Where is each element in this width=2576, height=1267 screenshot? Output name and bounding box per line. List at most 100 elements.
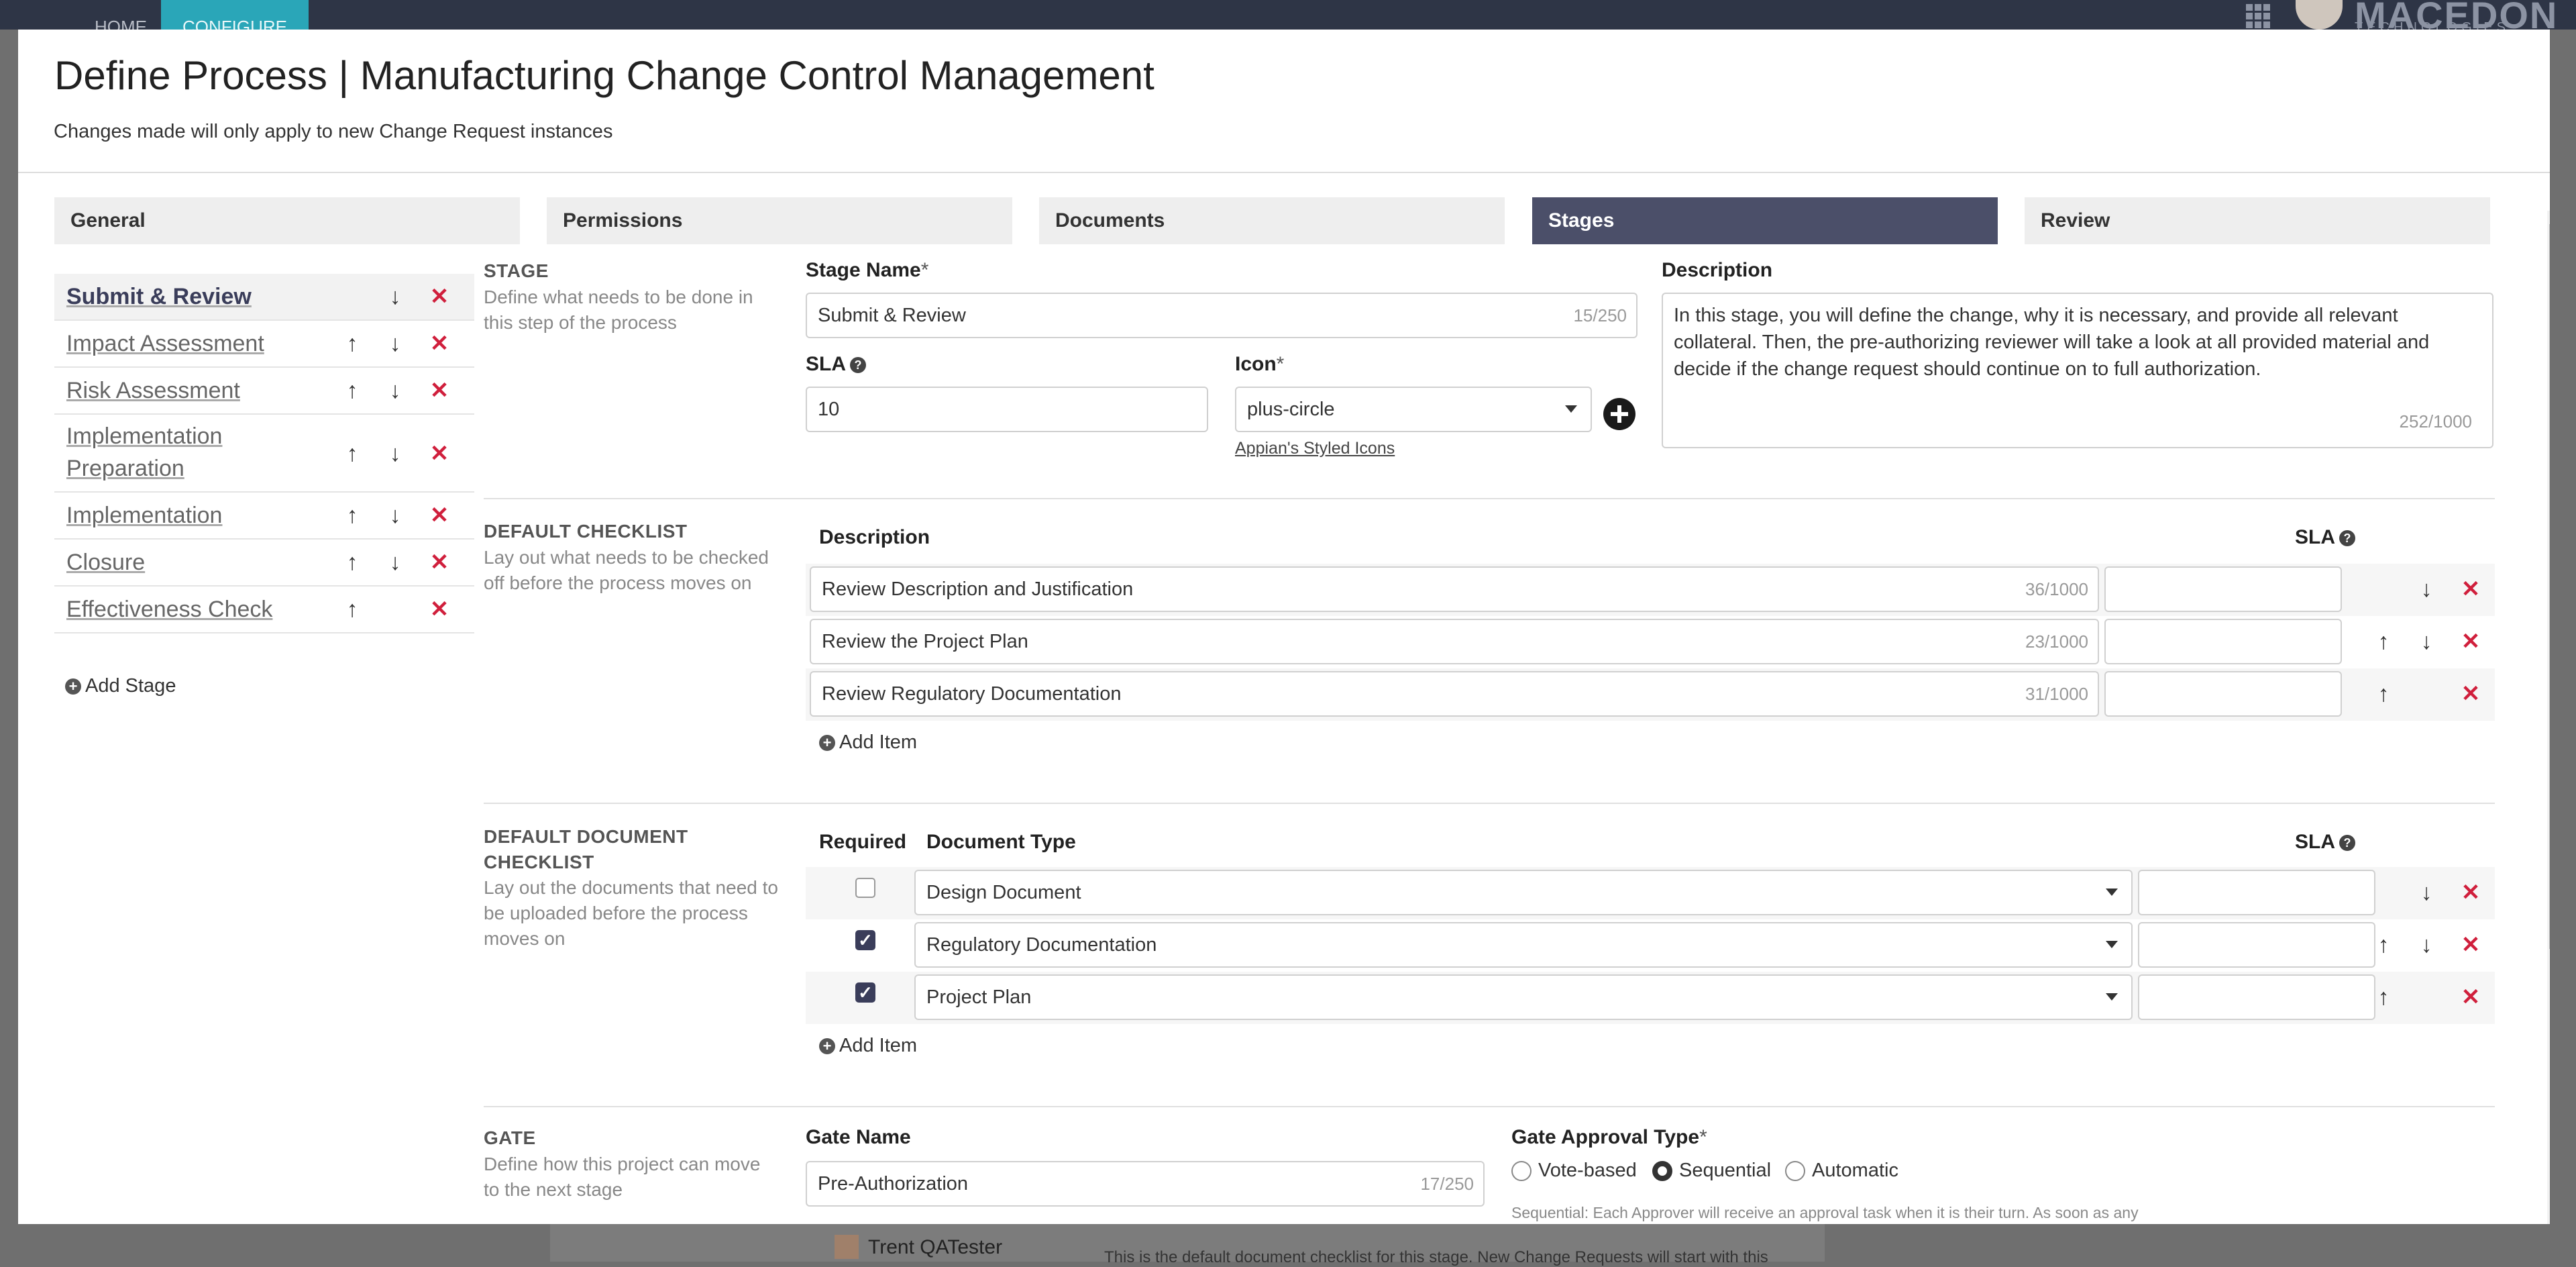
section-divider [484,1106,2495,1107]
delete-icon[interactable]: ✕ [2457,576,2484,603]
move-up-icon[interactable]: ↑ [2370,984,2397,1011]
add-stage-label: Add Stage [85,675,176,697]
move-up-icon[interactable]: ↑ [339,330,366,357]
checklist-item-input[interactable]: Review Regulatory Documentation 31/1000 [810,671,2099,717]
delete-icon[interactable]: ✕ [426,330,453,357]
appian-styled-icons-link[interactable]: Appian's Styled Icons [1235,439,1395,458]
char-counter: 252/1000 [2399,411,2472,432]
checklist-sla-input[interactable] [2104,619,2342,664]
move-up-icon[interactable]: ↑ [2370,931,2397,958]
stage-name-link[interactable]: Risk Assessment [66,374,308,407]
checklist-sla-input[interactable] [2104,566,2342,612]
document-type-select[interactable]: Regulatory Documentation [914,922,2133,968]
delete-icon[interactable]: ✕ [426,549,453,576]
nav-configure[interactable]: CONFIGURE [161,0,309,37]
required-marker: * [1699,1126,1707,1148]
delete-icon[interactable]: ✕ [2457,931,2484,958]
delete-icon[interactable]: ✕ [426,440,453,467]
scrollbar-thumb[interactable] [2549,224,2550,949]
tab-documents[interactable]: Documents [1039,197,1505,244]
app-grid-icon[interactable] [2245,3,2271,30]
add-stage-button[interactable]: + Add Stage [65,675,176,697]
tab-general[interactable]: General [54,197,520,244]
checklist-sla-input[interactable] [2104,671,2342,717]
move-down-icon[interactable]: ↓ [382,330,409,357]
move-down-icon[interactable]: ↓ [382,377,409,404]
radio-sequential[interactable] [1652,1161,1672,1181]
char-counter: 17/250 [1420,1174,1474,1194]
move-down-icon[interactable]: ↓ [2413,879,2440,906]
char-counter: 15/250 [1573,305,1627,325]
stage-name-link[interactable]: Implementation Preparation [66,420,268,485]
delete-icon[interactable]: ✕ [2457,680,2484,707]
gate-section-description: Define how this project can move to the … [484,1154,761,1200]
delete-icon[interactable]: ✕ [426,283,453,310]
move-up-icon[interactable]: ↑ [2370,628,2397,655]
doc-sla-input[interactable] [2138,870,2375,915]
checklist-item-input[interactable]: Review the Project Plan 23/1000 [810,619,2099,664]
stage-item-impact-assessment[interactable]: Impact Assessment ↑ ↓ ✕ [54,321,474,368]
doc-sla-input[interactable] [2138,974,2375,1020]
move-down-icon[interactable]: ↓ [382,283,409,310]
checklist-item-input[interactable]: Review Description and Justification 36/… [810,566,2099,612]
document-type-select[interactable]: Design Document [914,870,2133,915]
icon-label: Icon* [1235,353,1285,375]
stage-name-link[interactable]: Closure [66,546,308,578]
chevron-down-icon [2106,941,2118,948]
move-down-icon[interactable]: ↓ [2413,576,2440,603]
stage-item-effectiveness-check[interactable]: Effectiveness Check ↑ ✕ [54,587,474,634]
stage-name-link[interactable]: Submit & Review [66,281,308,313]
required-checkbox[interactable]: ✓ [855,982,875,1003]
move-up-icon[interactable]: ↑ [339,549,366,576]
delete-icon[interactable]: ✕ [426,596,453,623]
delete-icon[interactable]: ✕ [426,377,453,404]
doc-sla-input[interactable] [2138,922,2375,968]
description-textarea[interactable]: In this stage, you will define the chang… [1662,293,2493,448]
sla-input[interactable]: 10 [806,387,1208,432]
tab-stages[interactable]: Stages [1532,197,1998,244]
stage-item-implementation[interactable]: Implementation ↑ ↓ ✕ [54,493,474,540]
document-type-select[interactable]: Project Plan [914,974,2133,1020]
help-icon[interactable]: ? [2339,835,2355,852]
tab-review[interactable]: Review [2025,197,2490,244]
required-checkbox[interactable] [855,878,875,898]
move-down-icon[interactable]: ↓ [2413,931,2440,958]
delete-icon[interactable]: ✕ [2457,628,2484,655]
radio-vote-based[interactable] [1511,1161,1532,1181]
required-checkbox[interactable]: ✓ [855,930,875,950]
stage-name-link[interactable]: Effectiveness Check [66,593,308,625]
checklist-section-title: DEFAULT CHECKLIST [484,521,688,542]
move-down-icon[interactable]: ↓ [382,502,409,529]
move-down-icon[interactable]: ↓ [382,440,409,467]
plus-circle-icon: + [819,735,835,752]
radio-label: Vote-based [1538,1160,1637,1181]
stage-name-link[interactable]: Implementation [66,499,308,531]
checklist-section-description: Lay out what needs to be checked off bef… [484,547,769,593]
stage-item-closure[interactable]: Closure ↑ ↓ ✕ [54,540,474,587]
add-document-item-button[interactable]: + Add Item [819,1035,917,1057]
help-icon[interactable]: ? [850,357,866,374]
move-up-icon[interactable]: ↑ [339,596,366,623]
move-up-icon[interactable]: ↑ [2370,680,2397,707]
add-checklist-item-button[interactable]: + Add Item [819,731,917,754]
delete-icon[interactable]: ✕ [426,502,453,529]
stage-name-link[interactable]: Impact Assessment [66,327,308,360]
move-down-icon[interactable]: ↓ [2413,628,2440,655]
stage-item-implementation-preparation[interactable]: Implementation Preparation ↑ ↓ ✕ [54,415,474,493]
stage-item-risk-assessment[interactable]: Risk Assessment ↑ ↓ ✕ [54,368,474,415]
radio-automatic[interactable] [1785,1161,1805,1181]
stage-item-submit-review[interactable]: Submit & Review ↓ ✕ [54,274,474,321]
move-up-icon[interactable]: ↑ [339,377,366,404]
move-down-icon[interactable]: ↓ [382,549,409,576]
section-divider [484,803,2495,804]
gate-name-input[interactable]: Pre-Authorization 17/250 [806,1161,1485,1207]
icon-select[interactable]: plus-circle [1235,387,1592,432]
move-up-icon[interactable]: ↑ [339,440,366,467]
move-up-icon[interactable]: ↑ [339,502,366,529]
tab-permissions[interactable]: Permissions [547,197,1012,244]
stage-name-input[interactable]: Submit & Review 15/250 [806,293,1638,338]
delete-icon[interactable]: ✕ [2457,984,2484,1011]
app-header [0,0,2576,30]
delete-icon[interactable]: ✕ [2457,879,2484,906]
help-icon[interactable]: ? [2339,530,2355,547]
